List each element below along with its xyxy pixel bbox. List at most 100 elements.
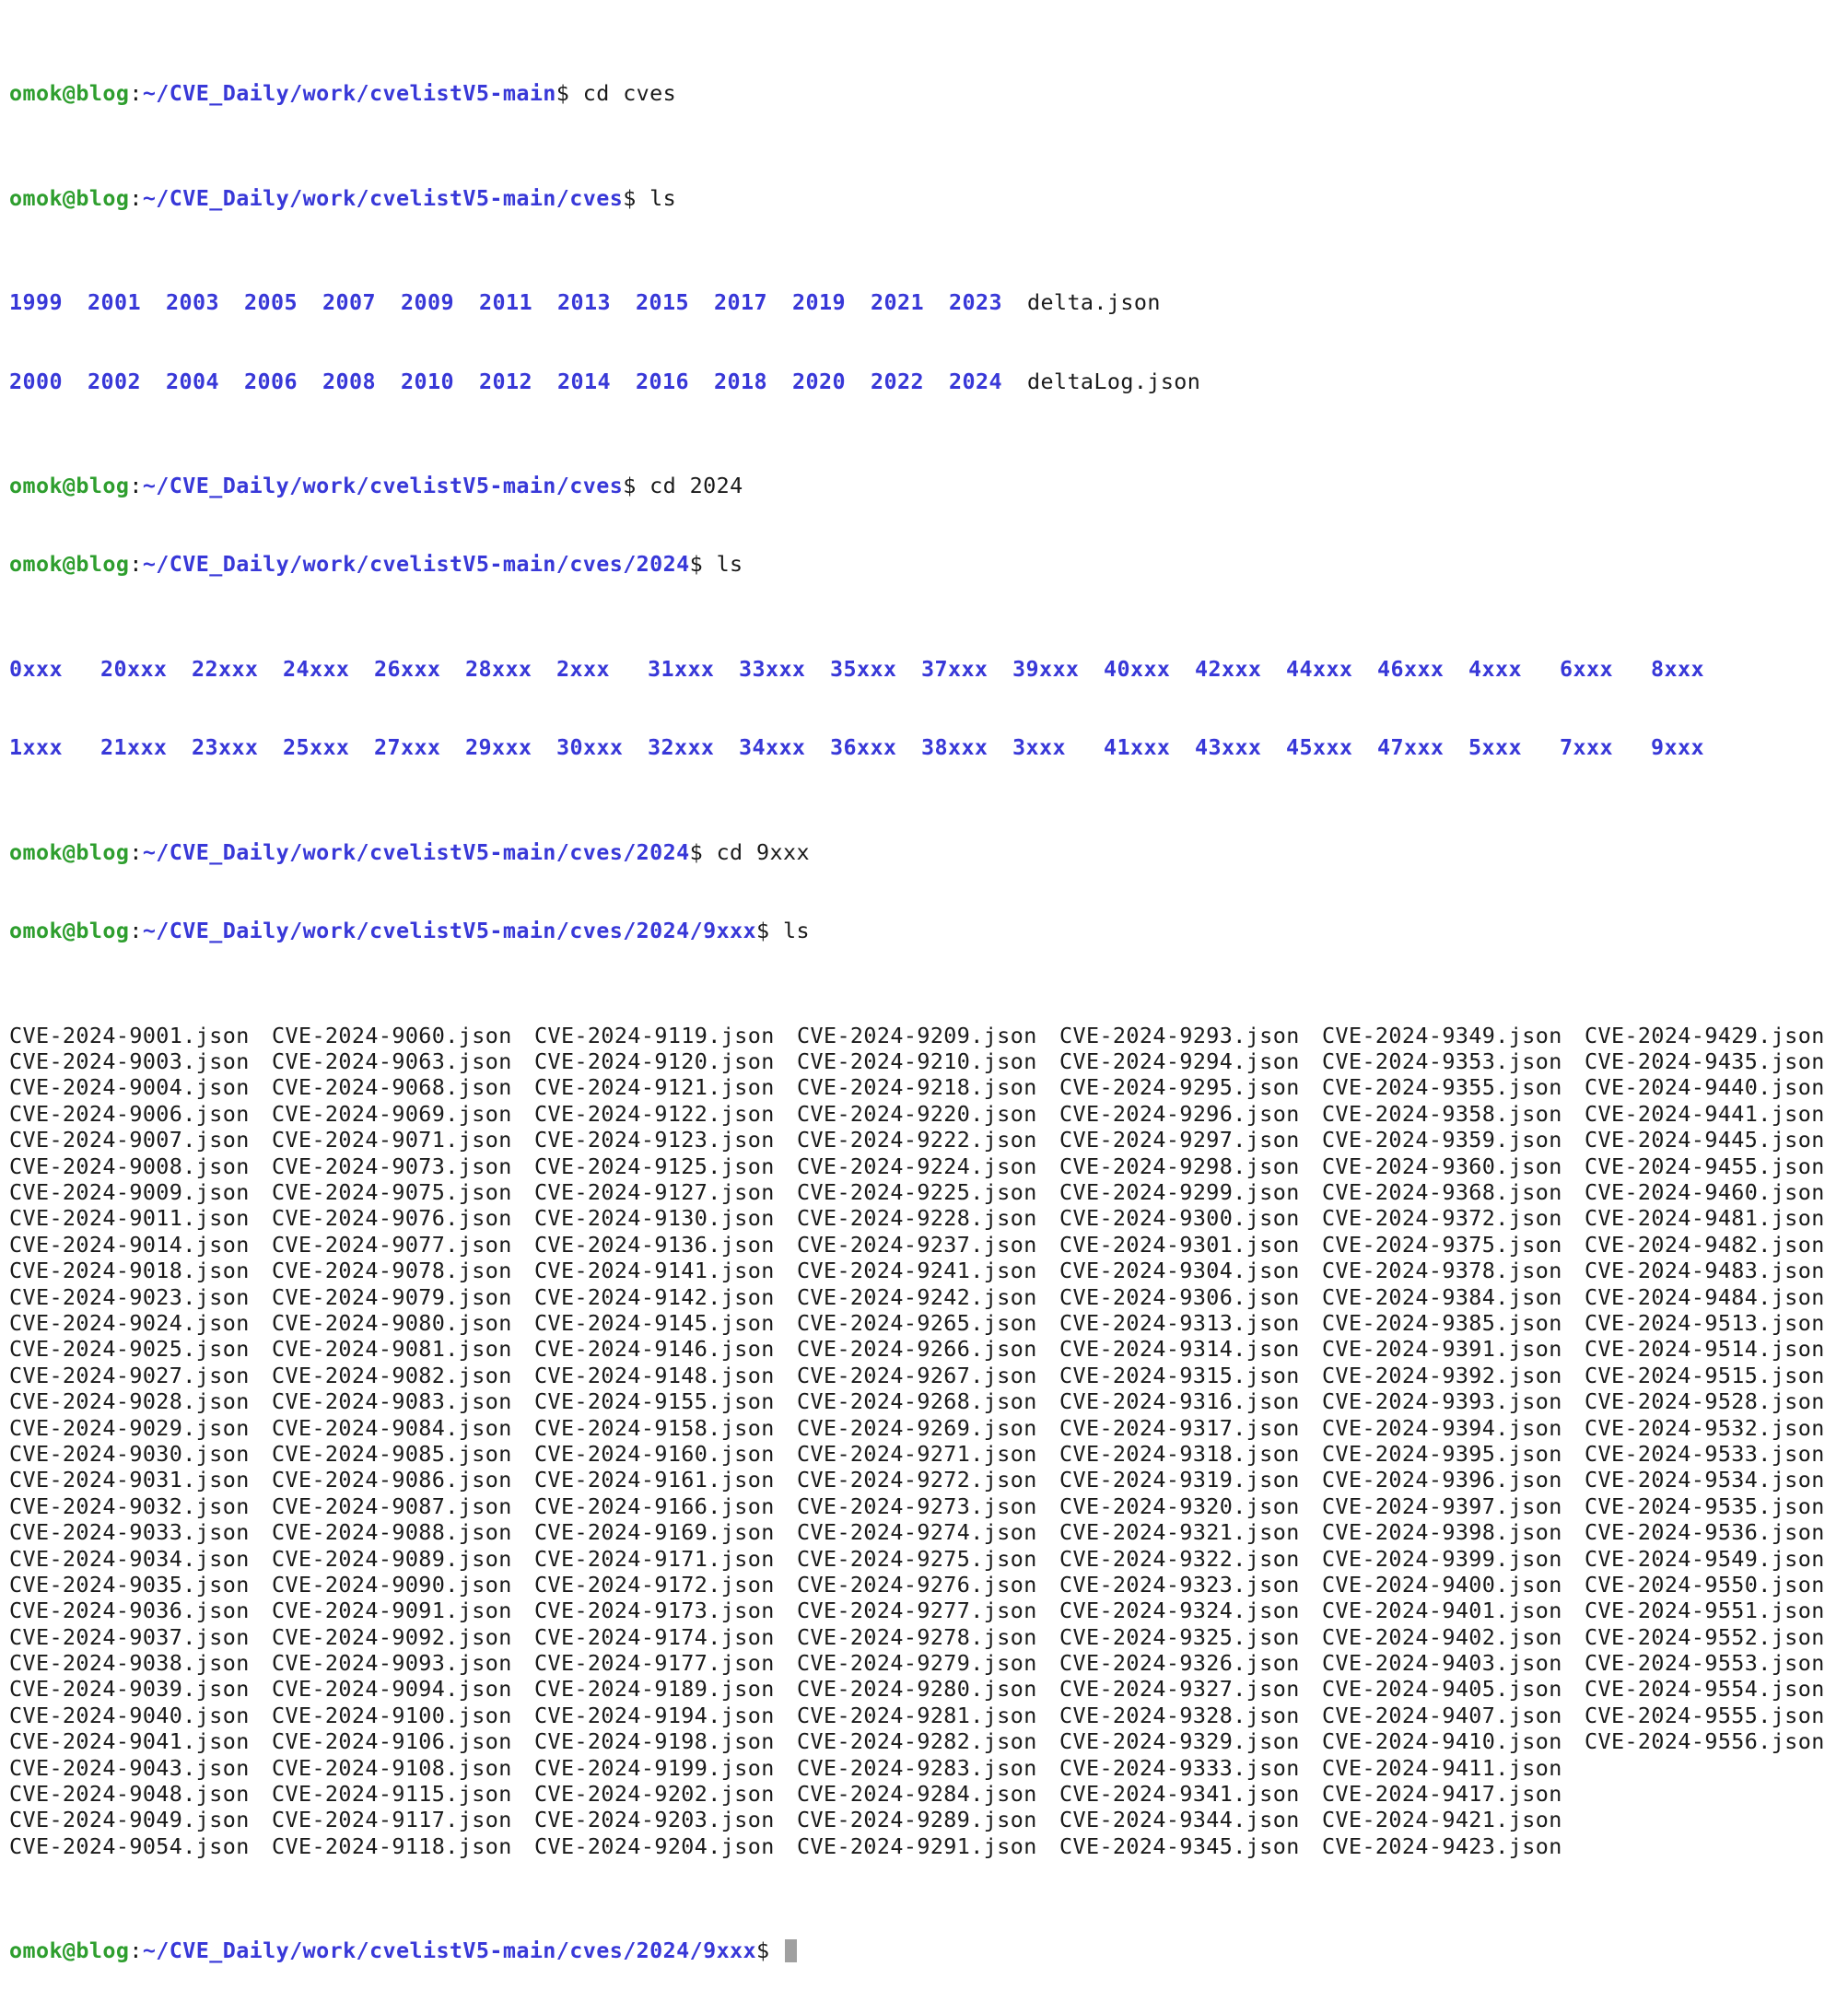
file-entry: CVE-2024-9004.json — [9, 1074, 250, 1101]
ls-output-row: CVE-2024-9034.json CVE-2024-9089.json CVE-… — [9, 1546, 1848, 1572]
command-text: cd 2024 — [636, 473, 743, 499]
ls-output-row: CVE-2024-9043.json CVE-2024-9108.json CVE-… — [9, 1755, 1848, 1781]
prompt-line: omok@blog:~/CVE_Daily/work/cvelistV5-mai… — [9, 839, 1848, 865]
prompt-user: omok@blog — [9, 80, 130, 107]
file-entry: CVE-2024-9220.json — [797, 1100, 1037, 1127]
prompt-line-active[interactable]: omok@blog:~/CVE_Daily/work/cvelistV5-mai… — [9, 1937, 1848, 1963]
file-entry: CVE-2024-9553.json — [1585, 1650, 1825, 1677]
directory-entry: 8xxx — [1651, 656, 1704, 683]
prompt-path: ~/CVE_Daily/work/cvelistV5-main — [142, 80, 556, 107]
prompt-user: omok@blog — [9, 473, 130, 499]
file-entry: CVE-2024-9515.json — [1585, 1362, 1825, 1388]
prompt-path: ~/CVE_Daily/work/cvelistV5-main/cves — [142, 184, 624, 211]
command-text — [770, 1937, 783, 1963]
prompt-user: omok@blog — [9, 918, 130, 944]
file-entry: CVE-2024-9555.json — [1585, 1702, 1825, 1728]
directory-entry: 2020 — [792, 368, 846, 394]
prompt-line: omok@blog:~/CVE_Daily/work/cvelistV5-mai… — [9, 551, 1848, 577]
file-entry: CVE-2024-9089.json — [272, 1545, 512, 1572]
directory-entry: 2013 — [557, 289, 611, 316]
file-entry: CVE-2024-9481.json — [1585, 1205, 1825, 1232]
file-entry: CVE-2024-9041.json — [9, 1728, 250, 1755]
file-entry: CVE-2024-9029.json — [9, 1414, 250, 1441]
directory-entry: 2001 — [88, 289, 141, 316]
directory-entry: 2004 — [166, 368, 219, 394]
file-entry: CVE-2024-9528.json — [1585, 1388, 1825, 1415]
file-entry: CVE-2024-9038.json — [9, 1650, 250, 1677]
file-entry: CVE-2024-9482.json — [1585, 1231, 1825, 1258]
file-entry: CVE-2024-9295.json — [1059, 1074, 1300, 1101]
directory-entry: 2000 — [9, 368, 63, 394]
file-entry: CVE-2024-9513.json — [1585, 1309, 1825, 1336]
file-entry: CVE-2024-9118.json — [272, 1832, 512, 1859]
file-entry: CVE-2024-9028.json — [9, 1388, 250, 1415]
file-entry: CVE-2024-9378.json — [1322, 1258, 1562, 1284]
directory-entry: 2023 — [949, 289, 1002, 316]
text-cursor[interactable] — [785, 1939, 797, 1963]
file-entry: CVE-2024-9174.json — [534, 1623, 775, 1650]
file-entry: CVE-2024-9405.json — [1322, 1676, 1562, 1703]
file-entry: CVE-2024-9411.json — [1322, 1754, 1562, 1781]
prompt-symbol: $ — [756, 1937, 770, 1964]
file-entry: CVE-2024-9483.json — [1585, 1258, 1825, 1284]
file-entry: CVE-2024-9123.json — [534, 1127, 775, 1153]
ls-output-row: CVE-2024-9003.json CVE-2024-9063.json CVE-… — [9, 1048, 1848, 1074]
file-entry: CVE-2024-9204.json — [534, 1832, 775, 1859]
file-entry: CVE-2024-9392.json — [1322, 1362, 1562, 1388]
prompt-user: omok@blog — [9, 184, 130, 211]
prompt-path: ~/CVE_Daily/work/cvelistV5-main/cves/202… — [142, 1937, 757, 1964]
directory-entry: 2012 — [479, 368, 532, 394]
file-entry: CVE-2024-9106.json — [272, 1728, 512, 1755]
file-entry: CVE-2024-9360.json — [1322, 1153, 1562, 1179]
file-entry: CVE-2024-9222.json — [797, 1127, 1037, 1153]
file-entry: CVE-2024-9014.json — [9, 1231, 250, 1258]
file-entry: CVE-2024-9060.json — [272, 1022, 512, 1048]
ls-output-row: CVE-2024-9014.json CVE-2024-9077.json CVE-… — [9, 1232, 1848, 1258]
directory-entry: 41xxx — [1104, 734, 1171, 761]
directory-entry: 20xxx — [100, 656, 168, 683]
file-entry: CVE-2024-9283.json — [797, 1754, 1037, 1781]
file-entry: CVE-2024-9393.json — [1322, 1388, 1562, 1415]
file-entry: CVE-2024-9514.json — [1585, 1336, 1825, 1363]
file-entry: CVE-2024-9068.json — [272, 1074, 512, 1101]
file-entry: CVE-2024-9325.json — [1059, 1623, 1300, 1650]
ls-output-row: CVE-2024-9031.json CVE-2024-9086.json CVE-… — [9, 1467, 1848, 1492]
prompt-line: omok@blog:~/CVE_Daily/work/cvelistV5-mai… — [9, 473, 1848, 498]
ls-output-row: CVE-2024-9027.json CVE-2024-9082.json CVE-… — [9, 1363, 1848, 1388]
file-entry: CVE-2024-9318.json — [1059, 1440, 1300, 1467]
file-entry: CVE-2024-9349.json — [1322, 1022, 1562, 1048]
file-entry: CVE-2024-9006.json — [9, 1100, 250, 1127]
file-entry: CVE-2024-9086.json — [272, 1467, 512, 1493]
directory-entry: 37xxx — [921, 656, 988, 683]
file-entry: CVE-2024-9319.json — [1059, 1467, 1300, 1493]
file-entry: CVE-2024-9237.json — [797, 1231, 1037, 1258]
file-entry: CVE-2024-9025.json — [9, 1336, 250, 1363]
directory-entry: 42xxx — [1195, 656, 1262, 683]
file-entry: CVE-2024-9198.json — [534, 1728, 775, 1755]
file-entry: CVE-2024-9009.json — [9, 1179, 250, 1206]
ls-output-row: CVE-2024-9004.json CVE-2024-9068.json CVE-… — [9, 1074, 1848, 1100]
file-entry: CVE-2024-9549.json — [1585, 1545, 1825, 1572]
command-text: cd 9xxx — [703, 838, 810, 865]
file-entry: CVE-2024-9242.json — [797, 1283, 1037, 1310]
file-entry: CVE-2024-9209.json — [797, 1022, 1037, 1048]
file-entry: CVE-2024-9161.json — [534, 1467, 775, 1493]
directory-entry: 2019 — [792, 289, 846, 316]
file-entry: CVE-2024-9536.json — [1585, 1519, 1825, 1546]
file-entry: CVE-2024-9297.json — [1059, 1127, 1300, 1153]
file-entry: CVE-2024-9169.json — [534, 1519, 775, 1546]
file-entry: CVE-2024-9177.json — [534, 1650, 775, 1677]
ls-output-row: CVE-2024-9011.json CVE-2024-9076.json CVE-… — [9, 1205, 1848, 1231]
file-entry: CVE-2024-9122.json — [534, 1100, 775, 1127]
file-entry: CVE-2024-9294.json — [1059, 1048, 1300, 1075]
directory-entry: 2015 — [636, 289, 689, 316]
ls-output-row: CVE-2024-9018.json CVE-2024-9078.json CVE-… — [9, 1258, 1848, 1283]
file-entry: CVE-2024-9435.json — [1585, 1048, 1825, 1075]
file-entry: CVE-2024-9049.json — [9, 1807, 250, 1833]
directory-entry: 1xxx — [9, 734, 63, 761]
file-entry: CVE-2024-9384.json — [1322, 1283, 1562, 1310]
directory-entry: 2022 — [871, 368, 924, 394]
file-entry: CVE-2024-9359.json — [1322, 1127, 1562, 1153]
terminal-window[interactable]: omok@blog:~/CVE_Daily/work/cvelistV5-mai… — [0, 0, 1848, 1963]
directory-entry: 29xxx — [465, 734, 532, 761]
